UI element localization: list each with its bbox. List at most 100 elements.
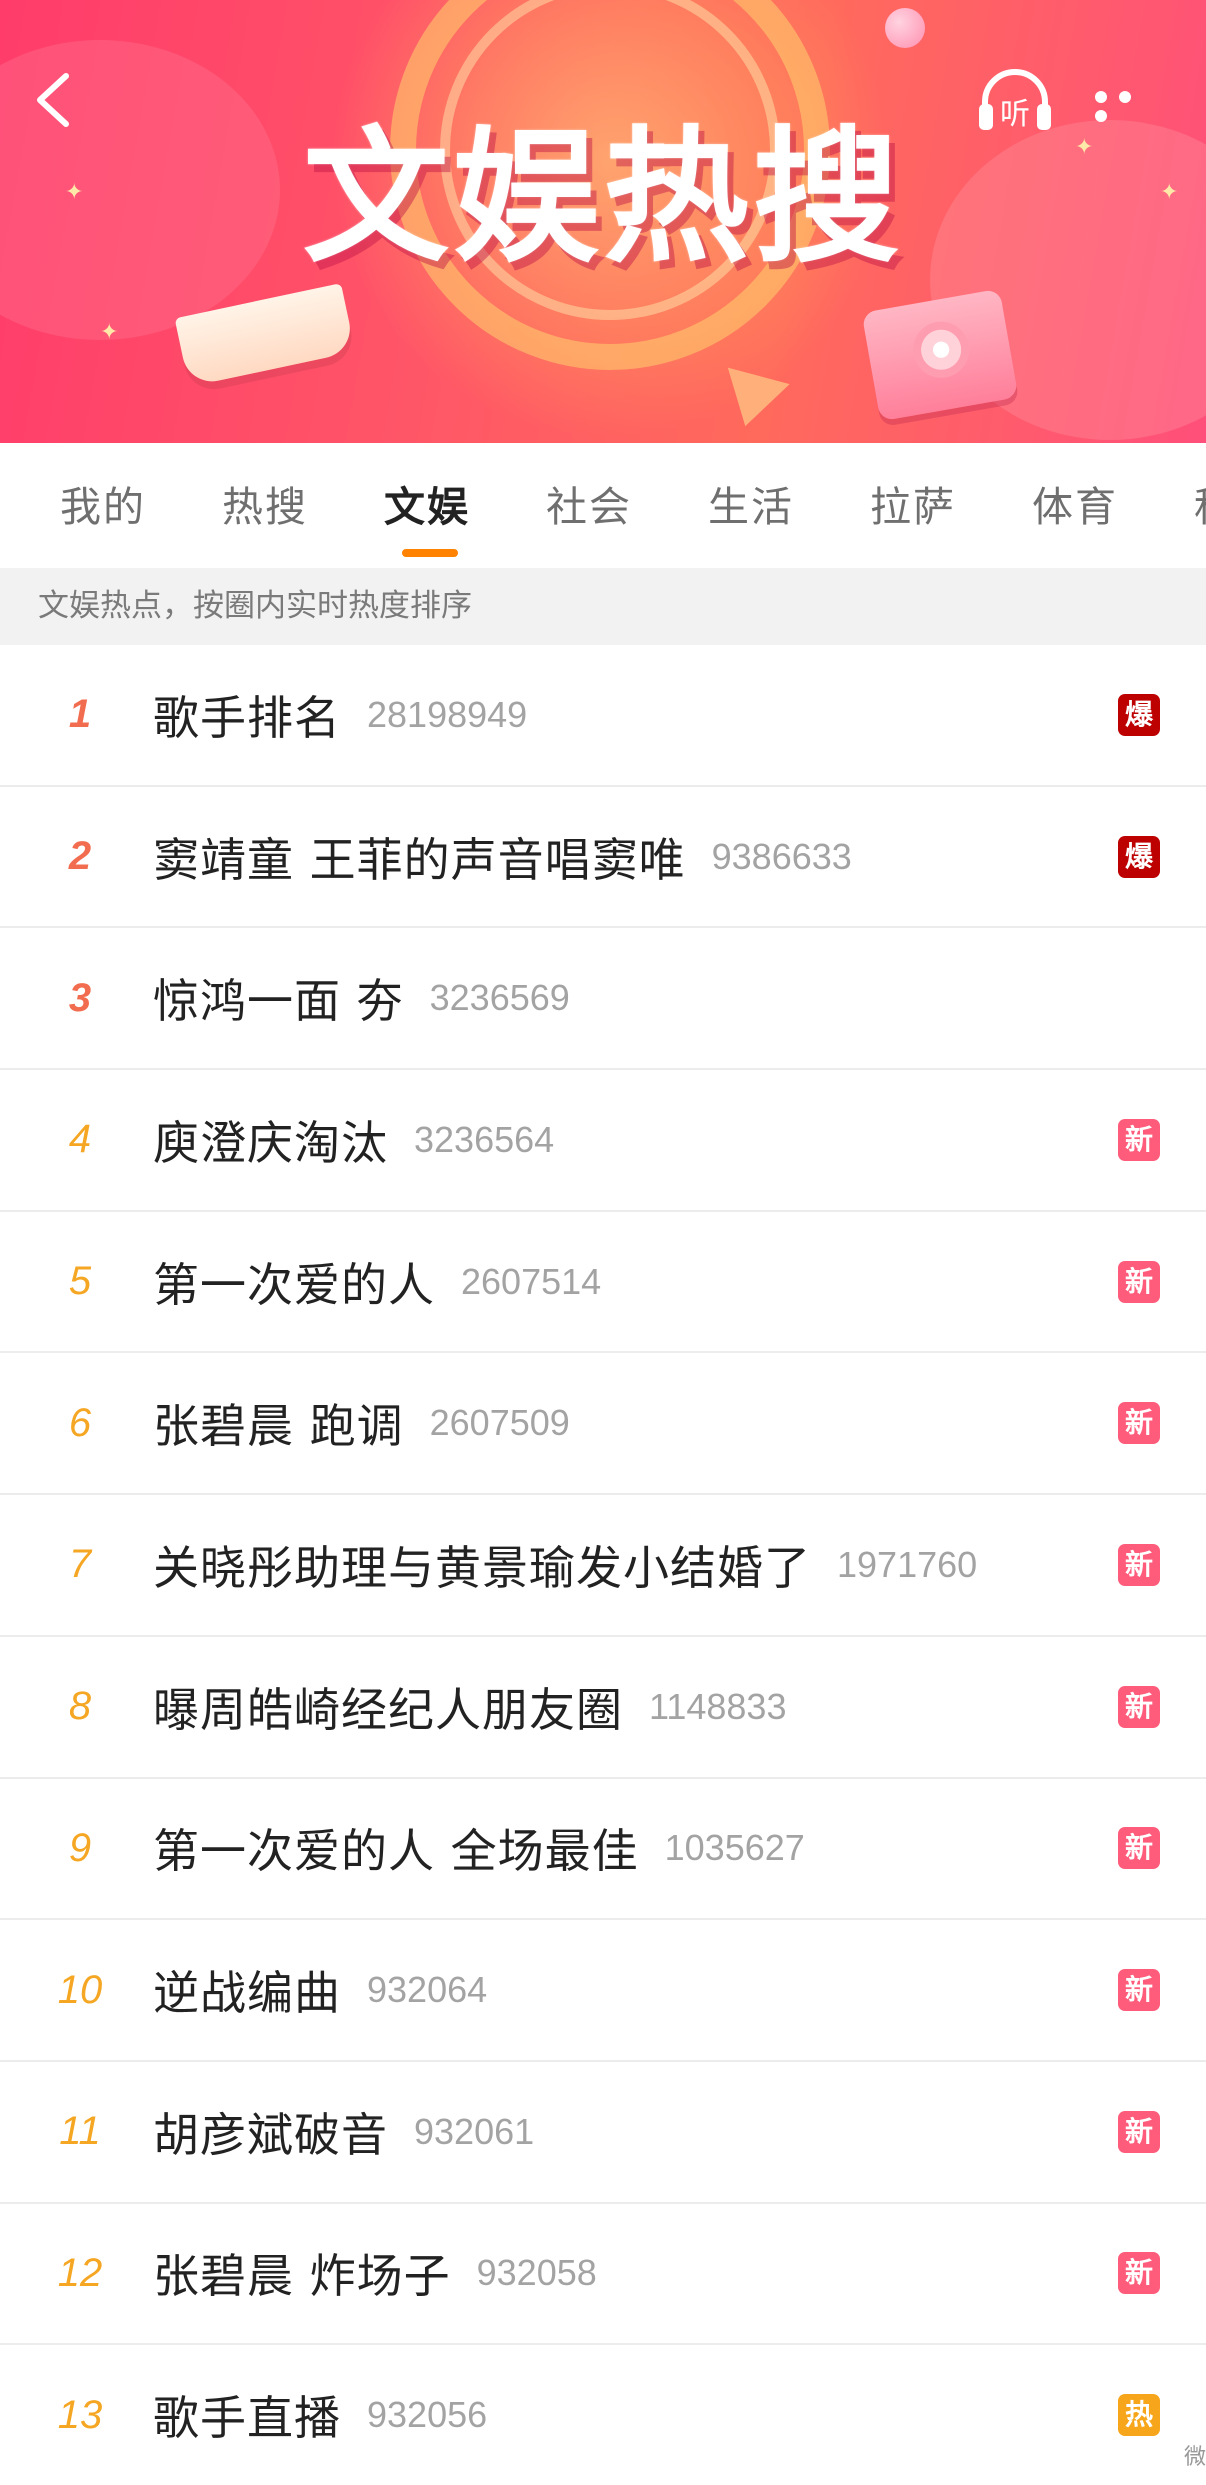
list-item[interactable]: 2 窦靖童 王菲的声音唱窦唯 9386633 爆 — [0, 787, 1206, 929]
tab-hot[interactable]: 热搜 — [222, 473, 308, 533]
status-badge: 新 — [1118, 2252, 1160, 2295]
status-badge: 新 — [1118, 1969, 1160, 2012]
chevron-left-icon — [37, 73, 69, 127]
list-item[interactable]: 7 关晓彤助理与黄景瑜发小结婚了 1971760 新 — [0, 1495, 1206, 1637]
status-badge: 爆 — [1118, 693, 1160, 736]
tab-society[interactable]: 社会 — [546, 473, 632, 533]
rank-number: 13 — [57, 2392, 103, 2437]
heat-count: 932056 — [367, 2394, 488, 2436]
list-item[interactable]: 11 胡彦斌破音 932061 新 — [0, 2062, 1206, 2204]
list-description: 文娱热点，按圈内实时热度排序 — [0, 568, 1206, 645]
topic-title: 关晓彤助理与黄景瑜发小结婚了 — [153, 1540, 811, 1595]
page-title: 文娱热搜 — [303, 113, 903, 283]
rank-number: 9 — [68, 1825, 92, 1870]
rank-number: 4 — [68, 1117, 92, 1162]
list-item[interactable]: 5 第一次爱的人 2607514 新 — [0, 1212, 1206, 1354]
rank-number: 10 — [57, 1967, 103, 2012]
rank-number: 8 — [68, 1684, 92, 1729]
category-tabs: 我的 热搜 文娱 社会 生活 拉萨 体育 科 — [0, 443, 1206, 568]
heat-count: 932064 — [367, 1969, 488, 2011]
list-item[interactable]: 1 歌手排名 28198949 爆 — [0, 645, 1206, 787]
topic-title: 歌手直播 — [153, 2391, 341, 2446]
status-badge: 新 — [1118, 1402, 1160, 1445]
heat-count: 932058 — [476, 2252, 597, 2294]
rank-number: 3 — [68, 975, 92, 1020]
heat-count: 932061 — [414, 2110, 535, 2152]
heat-count: 9386633 — [711, 835, 852, 877]
watermark-text: 微 — [1183, 2445, 1206, 2470]
topic: 歌手直播 932056 — [153, 2345, 487, 2485]
topic: 曝周皓崎经纪人朋友圈 1148833 — [153, 1637, 786, 1777]
topic: 惊鸿一面 夯 3236569 — [153, 928, 570, 1068]
planet-icon — [885, 8, 925, 48]
topic: 张碧晨 跑调 2607509 — [153, 1353, 570, 1493]
topic-title: 第一次爱的人 — [153, 1257, 435, 1312]
tab-tech[interactable]: 科 — [1194, 473, 1206, 533]
rank-number: 6 — [68, 1400, 92, 1445]
heat-count: 28198949 — [367, 693, 528, 735]
tab-lhasa[interactable]: 拉萨 — [870, 473, 956, 533]
back-button[interactable] — [30, 70, 78, 130]
topic-title: 张碧晨 炸场子 — [153, 2249, 451, 2304]
list-item[interactable]: 12 张碧晨 炸场子 932058 新 — [0, 2204, 1206, 2346]
active-tab-indicator — [402, 549, 458, 557]
status-badge: 新 — [1118, 1118, 1160, 1161]
more-button[interactable] — [1095, 88, 1165, 122]
tab-life[interactable]: 生活 — [708, 473, 794, 533]
topic: 第一次爱的人 2607514 — [153, 1212, 601, 1352]
topic-title: 胡彦斌破音 — [153, 2107, 388, 2162]
topic-title: 歌手排名 — [153, 690, 341, 745]
heat-count: 2607514 — [461, 1260, 602, 1302]
topic-title: 逆战编曲 — [153, 1966, 341, 2021]
heat-count: 1148833 — [649, 1685, 787, 1727]
status-badge: 爆 — [1118, 835, 1160, 878]
rank-number: 11 — [59, 2109, 101, 2154]
topic: 张碧晨 炸场子 932058 — [153, 2204, 597, 2344]
topic-title: 庾澄庆淘汰 — [153, 1115, 388, 1170]
heat-count: 2607509 — [429, 1402, 570, 1444]
hot-search-list: 1 歌手排名 28198949 爆 2 窦靖童 王菲的声音唱窦唯 9386633 爆 3 惊鸿一面… — [0, 645, 1206, 2485]
topic-title: 惊鸿一面 夯 — [153, 974, 404, 1029]
rank-number: 12 — [57, 2250, 103, 2295]
status-badge: 新 — [1118, 1827, 1160, 1870]
listen-button[interactable]: 听 — [975, 68, 1055, 134]
rank-number: 2 — [68, 834, 92, 879]
headphones-icon: 听 — [979, 69, 1051, 132]
list-item[interactable]: 13 歌手直播 932056 热 — [0, 2345, 1206, 2485]
topic: 第一次爱的人 全场最佳 1035627 — [153, 1779, 805, 1919]
topic-title: 曝周皓崎经纪人朋友圈 — [153, 1682, 623, 1737]
tab-sports[interactable]: 体育 — [1032, 473, 1118, 533]
heat-count: 1971760 — [837, 1543, 978, 1585]
status-badge: 新 — [1118, 1685, 1160, 1728]
header-banner: ✦ ✦ ✦ ✦ 文娱热搜 听 — [0, 0, 1206, 443]
status-badge: 新 — [1118, 1543, 1160, 1586]
list-item[interactable]: 4 庾澄庆淘汰 3236564 新 — [0, 1070, 1206, 1212]
topic: 歌手排名 28198949 — [153, 645, 527, 785]
topic-title: 张碧晨 跑调 — [153, 1399, 404, 1454]
listen-label: 听 — [1000, 97, 1030, 132]
topic-title: 窦靖童 王菲的声音唱窦唯 — [153, 832, 686, 887]
tab-mine[interactable]: 我的 — [60, 473, 146, 533]
rank-number: 5 — [68, 1259, 92, 1304]
topic: 胡彦斌破音 932061 — [153, 2062, 534, 2202]
list-item[interactable]: 6 张碧晨 跑调 2607509 新 — [0, 1353, 1206, 1496]
heat-count: 1035627 — [664, 1827, 805, 1869]
tab-entertainment[interactable]: 文娱 — [384, 473, 470, 533]
sparkle-icon: ✦ — [100, 320, 119, 345]
status-badge: 新 — [1118, 2110, 1160, 2153]
topic: 逆战编曲 932064 — [153, 1920, 487, 2060]
list-item[interactable]: 10 逆战编曲 932064 新 — [0, 1920, 1206, 2062]
topic: 庾澄庆淘汰 3236564 — [153, 1070, 554, 1210]
rank-number: 1 — [68, 692, 92, 737]
topic: 窦靖童 王菲的声音唱窦唯 9386633 — [153, 787, 852, 927]
status-badge: 热 — [1118, 2394, 1160, 2437]
rank-number: 7 — [68, 1542, 92, 1587]
topic: 关晓彤助理与黄景瑜发小结婚了 1971760 — [153, 1495, 977, 1635]
status-badge: 新 — [1118, 1260, 1160, 1303]
heat-count: 3236564 — [414, 1118, 555, 1160]
list-item[interactable]: 8 曝周皓崎经纪人朋友圈 1148833 新 — [0, 1637, 1206, 1779]
list-item[interactable]: 3 惊鸿一面 夯 3236569 — [0, 928, 1206, 1071]
topic-title: 第一次爱的人 全场最佳 — [153, 1824, 639, 1879]
list-item[interactable]: 9 第一次爱的人 全场最佳 1035627 新 — [0, 1779, 1206, 1921]
heat-count: 3236569 — [429, 977, 570, 1019]
